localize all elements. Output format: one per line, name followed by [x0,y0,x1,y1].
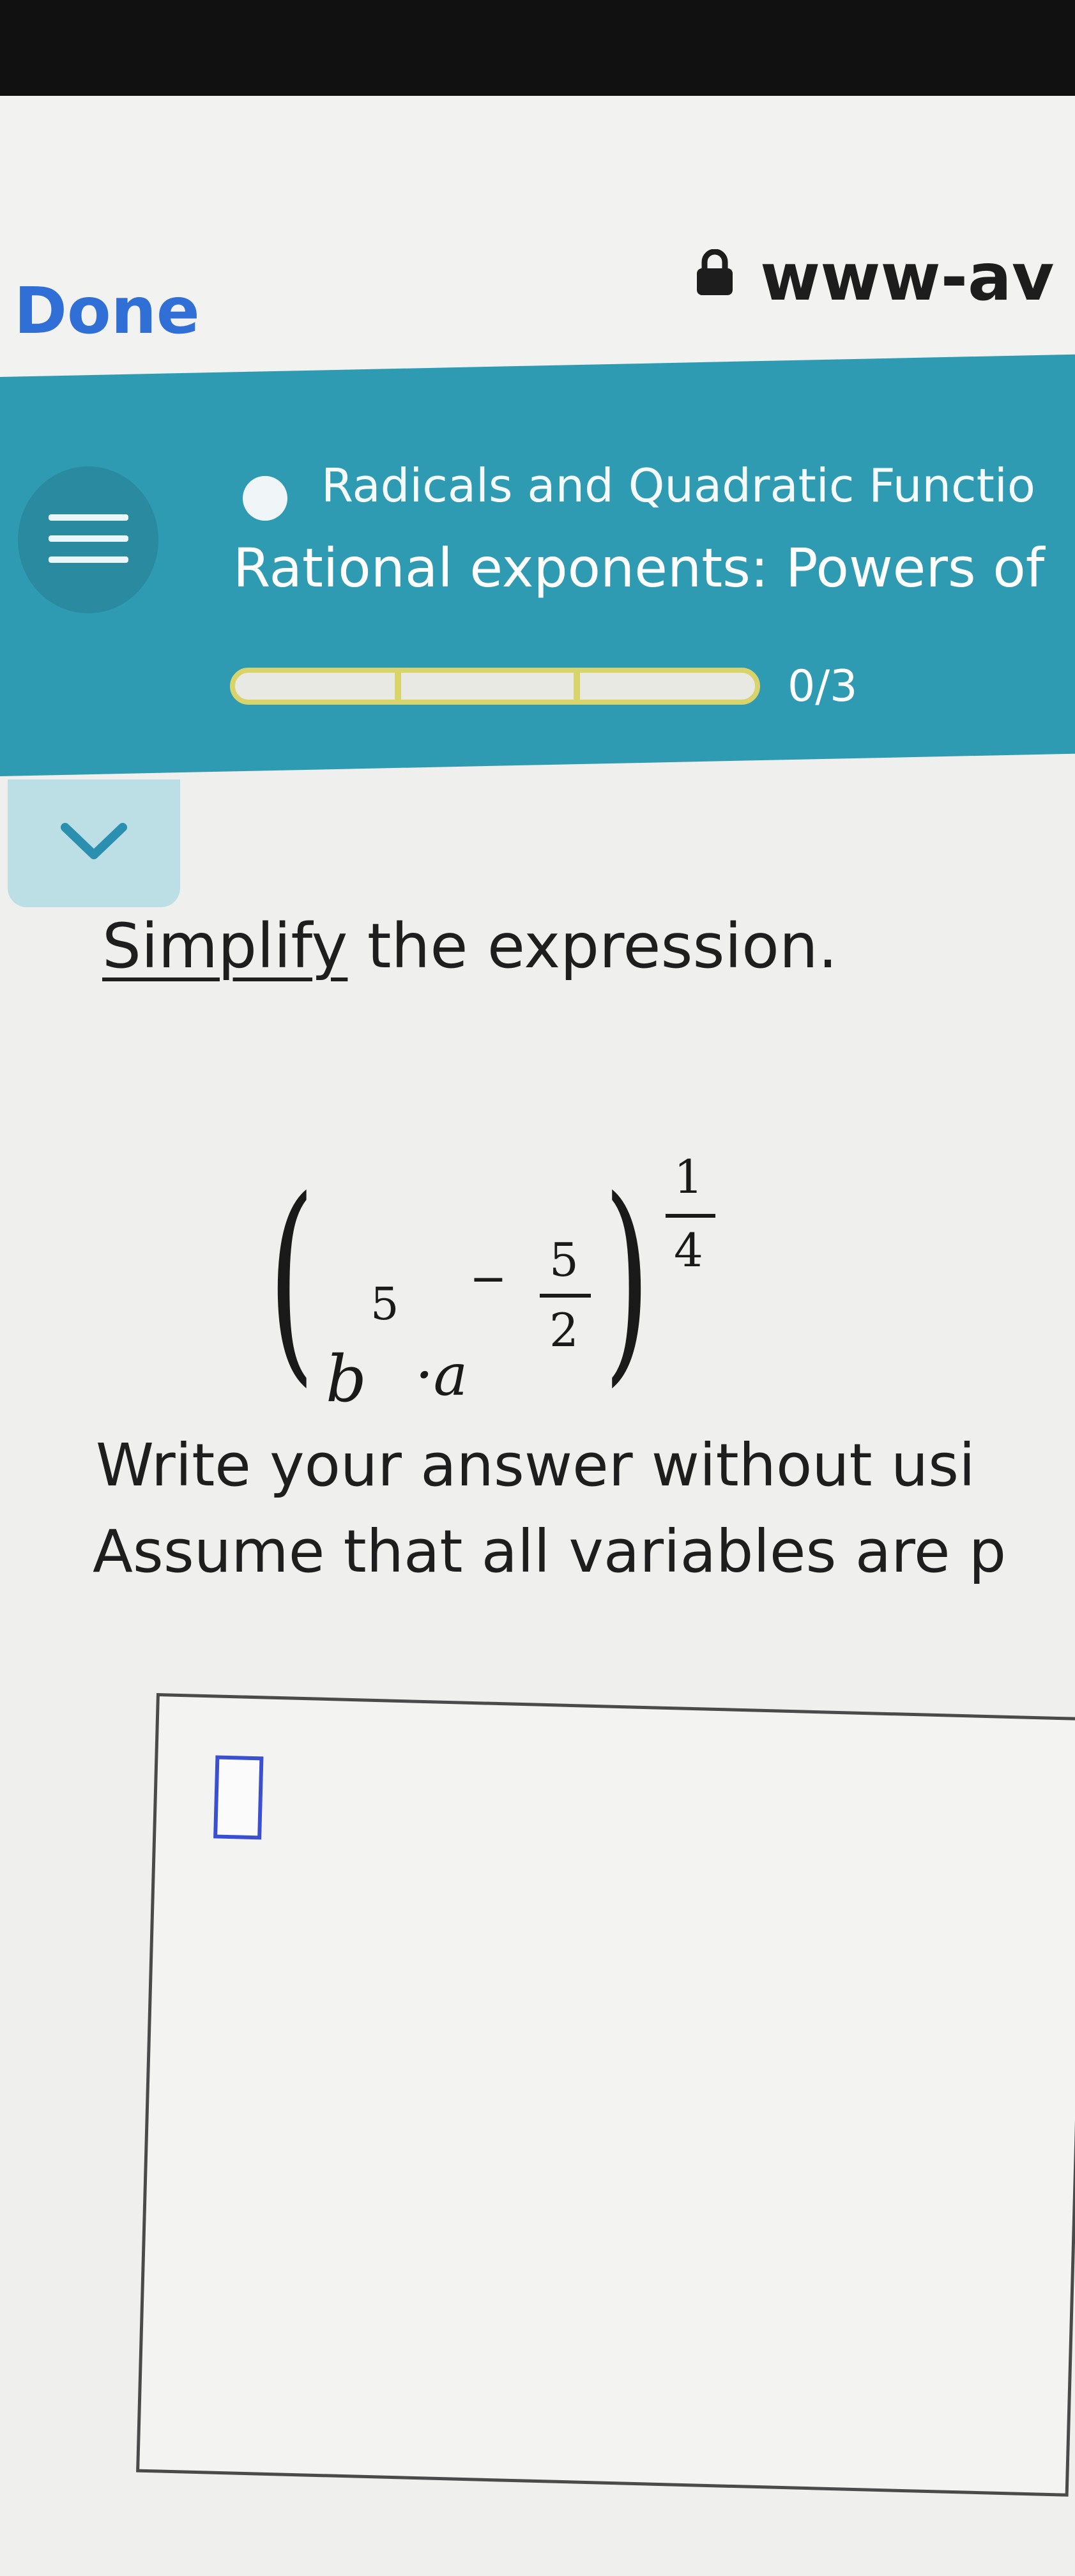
menu-button[interactable] [18,466,158,613]
instruction-line-2: Assume that all variables are p [93,1517,1007,1586]
left-paren: ( [268,1153,315,1406]
math-expression: ( b 5 ·a − 5 2 ) 1 4 [268,1022,779,1469]
screen: Done www-av Radicals and Quadratic Funct… [0,96,1075,2576]
fraction-bar [540,1294,591,1298]
lock-icon [697,249,733,295]
expr-variable: ·a [415,1342,468,1409]
prompt-text: the expression. [347,910,838,982]
expr-exponent-numerator: 5 [549,1233,579,1287]
expr-base: b [326,1342,367,1416]
outer-exponent-denominator: 4 [674,1223,703,1277]
collapse-button[interactable] [8,779,180,907]
done-button[interactable]: Done [14,273,200,348]
instruction-line-1: Write your answer without usi [96,1431,975,1499]
answer-input[interactable] [213,1755,264,1840]
lesson-title: Rational exponents: Powers of [233,537,1045,599]
topic-title: Radicals and Quadratic Functio [321,459,1035,512]
expr-exponent-denominator: 2 [549,1303,579,1357]
expr-exponent-sign: − [469,1252,507,1305]
url-bar[interactable]: www-av [760,240,1054,316]
progress-bar [230,668,760,705]
answer-box [136,1693,1075,2497]
fraction-bar [666,1214,715,1218]
right-paren: ) [604,1153,650,1406]
chevron-down-icon [61,823,127,859]
expr-base-exponent: 5 [370,1278,399,1330]
progress-count: 0/3 [788,661,858,712]
problem-prompt: Simplify the expression. [102,910,837,982]
simplify-link[interactable]: Simplify [102,910,347,982]
outer-exponent-numerator: 1 [674,1150,703,1204]
topic-status-icon [243,476,287,521]
